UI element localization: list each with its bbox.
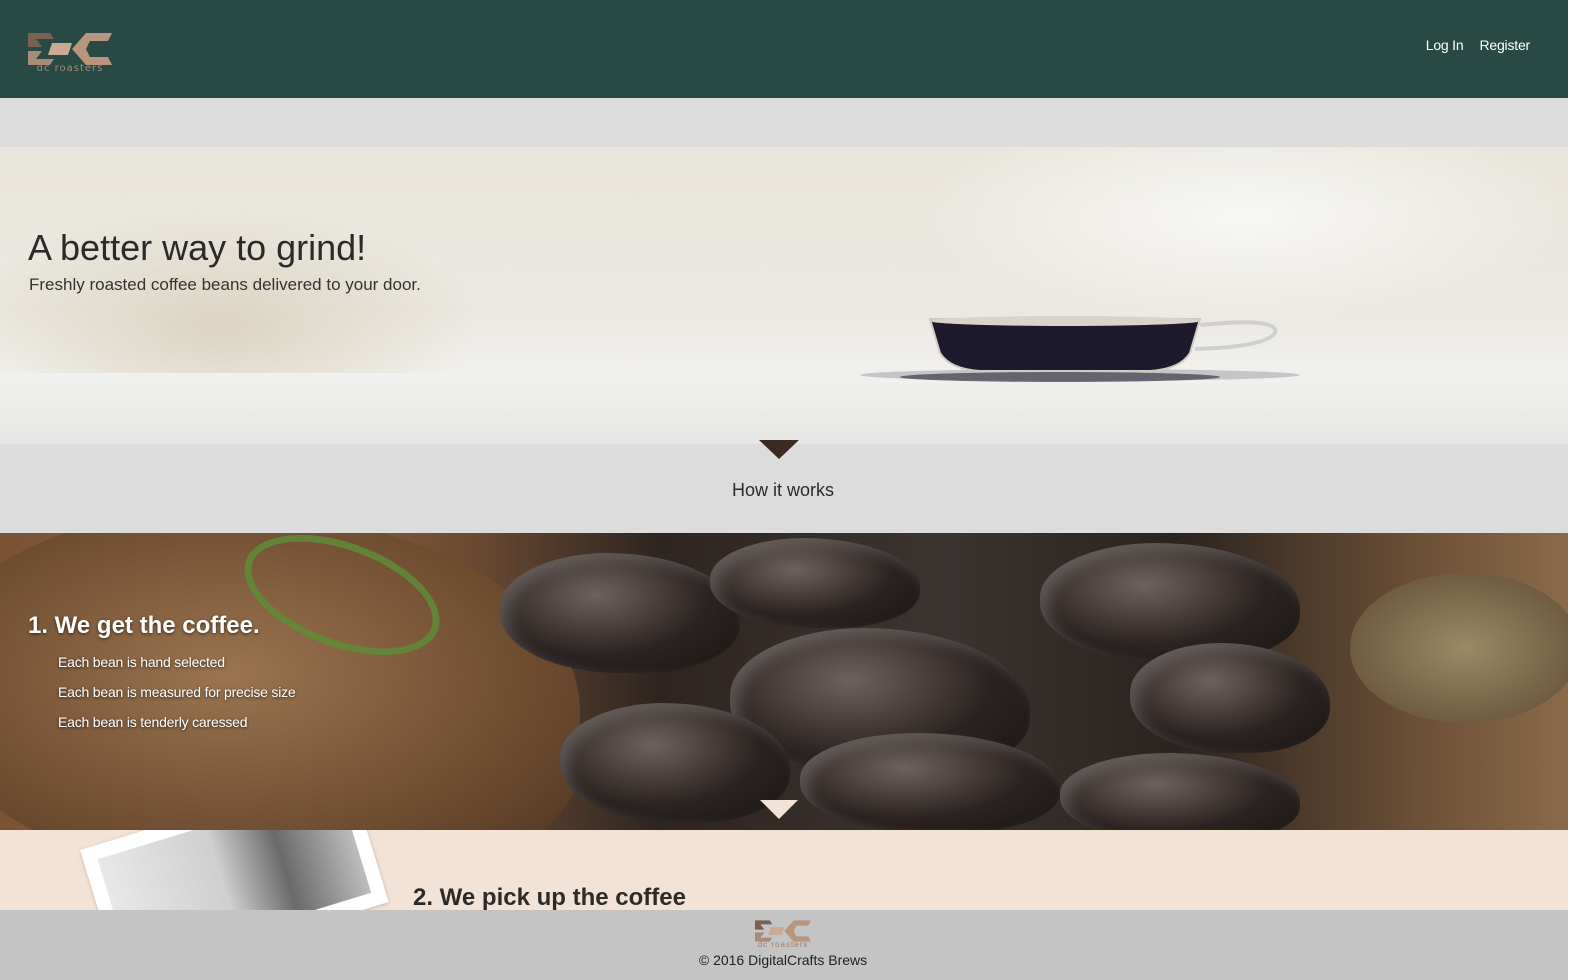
coffee-bag-image — [800, 733, 1060, 830]
site-header: dc roasters Log In Register — [0, 0, 1568, 98]
register-link[interactable]: Register — [1479, 37, 1530, 53]
coffee-cup-image — [860, 316, 1300, 382]
hero-table-surface — [0, 373, 1568, 444]
how-it-works-bar: How it works — [0, 440, 1568, 533]
hero-section: A better way to grind! Freshly roasted c… — [0, 147, 1568, 444]
list-item: Each bean is tenderly caressed — [58, 714, 248, 730]
coffee-bag-image — [1130, 643, 1330, 753]
footer-logo-text: dc roasters — [757, 940, 809, 949]
list-item: Each bean is measured for precise size — [58, 684, 296, 700]
window-scrollbar[interactable] — [1568, 0, 1584, 980]
hero-background-blur — [920, 147, 1568, 327]
hero-subtitle: Freshly roasted coffee beans delivered t… — [29, 275, 421, 294]
photo-content — [97, 830, 372, 910]
top-nav: Log In Register — [1426, 37, 1530, 53]
hero-title: A better way to grind! — [28, 227, 367, 268]
step1-list: Each bean is hand selected Each bean is … — [58, 647, 296, 737]
down-arrow-icon[interactable] — [759, 440, 799, 459]
coffee-bag-image — [710, 538, 920, 628]
down-arrow-icon[interactable] — [760, 800, 798, 819]
burlap-sack-image — [1350, 573, 1568, 723]
site-footer: dc roasters © 2016 DigitalCrafts Brews — [0, 910, 1568, 980]
polaroid-photo-image — [80, 830, 389, 910]
how-it-works-label: How it works — [731, 480, 834, 500]
coffee-bag-image — [1060, 753, 1300, 830]
step2-section: 2. We pick up the coffee — [0, 830, 1568, 910]
login-link[interactable]: Log In — [1426, 37, 1464, 53]
logo-text: dc roasters — [36, 63, 104, 74]
list-item: Each bean is hand selected — [58, 654, 225, 670]
step2-title: 2. We pick up the coffee — [413, 884, 686, 910]
coffee-bag-image — [1040, 543, 1300, 663]
coffee-bag-image — [500, 553, 740, 673]
copyright-text: © 2016 DigitalCrafts Brews — [698, 952, 868, 968]
step1-section: 1. We get the coffee. Each bean is hand … — [0, 533, 1568, 830]
step1-title: 1. We get the coffee. — [28, 612, 260, 639]
